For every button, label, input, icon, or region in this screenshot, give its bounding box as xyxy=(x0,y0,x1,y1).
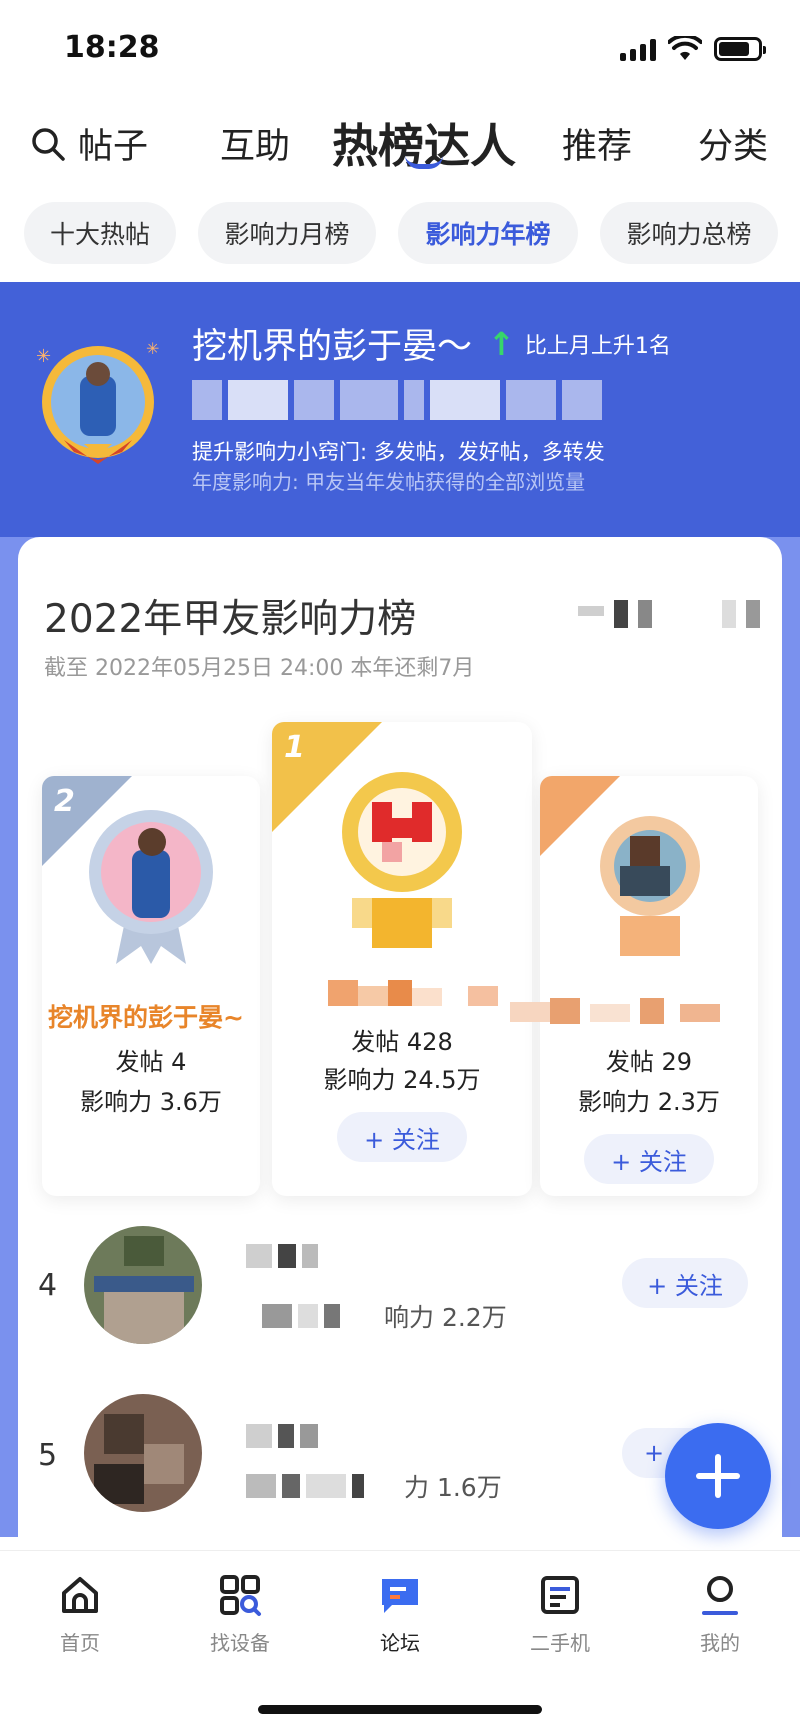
bottom-nav-second-hand[interactable]: 二手机 xyxy=(510,1573,610,1656)
svg-text:✳: ✳ xyxy=(146,340,159,358)
bronze-medal-avatar xyxy=(590,806,710,966)
profile-icon xyxy=(702,1576,738,1615)
nav-item-category[interactable]: 分类 xyxy=(698,118,768,169)
row-rank: 4 xyxy=(38,1268,58,1303)
bottom-nav-mine[interactable]: 我的 xyxy=(670,1573,770,1656)
bottom-nav-find-equipment[interactable]: 找设备 xyxy=(190,1573,290,1656)
user-badge-avatar: ✳ ✳ xyxy=(36,340,159,464)
blurred-name xyxy=(328,980,528,1006)
podium-first[interactable]: 1 发帖 428 影响力 24.5万 + 关注 xyxy=(272,722,532,1196)
status-time: 18:28 xyxy=(64,30,160,65)
row-influence: 响力 2.2万 xyxy=(384,1303,507,1332)
gold-medal-avatar xyxy=(322,762,482,962)
blurred-stats xyxy=(192,380,602,420)
search-button[interactable]: 帖子 xyxy=(30,118,148,169)
home-icon xyxy=(62,1577,98,1613)
nav-item-recommend[interactable]: 推荐 xyxy=(562,118,632,169)
rank-number: 2 xyxy=(54,784,75,819)
top-nav: 帖子 互助 热榜达人 推荐 分类 xyxy=(0,100,800,190)
banner-tip: 提升影响力小窍门: 多发帖，发好帖，多转发 xyxy=(192,440,605,464)
bottom-nav: 首页 找设备 论坛 二手机 我的 xyxy=(0,1550,800,1731)
follow-button[interactable]: + 关注 xyxy=(584,1134,714,1184)
create-post-button[interactable] xyxy=(665,1423,771,1529)
podium-second-name: 挖机界的彭于晏~ xyxy=(48,1003,244,1032)
grid-search-icon xyxy=(220,1575,261,1616)
blurred-name xyxy=(510,998,750,1024)
banner-description: 年度影响力: 甲友当年发帖获得的全部浏览量 xyxy=(192,470,586,494)
blurred-header-content xyxy=(578,600,768,628)
status-icons xyxy=(620,36,766,62)
blurred-text xyxy=(246,1474,364,1498)
tab-total[interactable]: 影响力总榜 xyxy=(600,202,778,264)
wifi-icon xyxy=(668,36,702,60)
banner-name-text: 挖机界的彭于晏～ xyxy=(192,327,473,367)
blurred-name xyxy=(246,1424,318,1448)
podium-second-influence: 影响力 3.6万 xyxy=(80,1088,222,1116)
bottom-nav-label: 论坛 xyxy=(380,1631,420,1655)
podium-second[interactable]: 2 挖机界的彭于晏~ 发帖 4 影响力 3.6万 xyxy=(42,776,260,1196)
bottom-nav-label: 二手机 xyxy=(530,1631,590,1655)
podium-first-posts: 发帖 428 xyxy=(351,1028,453,1056)
leaderboard-title: 2022年甲友影响力榜 xyxy=(44,597,417,642)
signal-icon xyxy=(620,37,656,61)
bottom-nav-home[interactable]: 首页 xyxy=(30,1573,130,1656)
row-rank: 5 xyxy=(38,1438,58,1473)
battery-icon xyxy=(714,37,766,61)
leaderboard-subtitle: 截至 2022年05月25日 24:00 本年还剩7月 xyxy=(44,656,475,681)
podium-third-influence: 影响力 2.3万 xyxy=(578,1088,720,1116)
document-list-icon xyxy=(541,1576,579,1614)
podium-first-influence: 影响力 24.5万 xyxy=(323,1066,481,1094)
podium-second-posts: 发帖 4 xyxy=(115,1048,187,1076)
rank-change-text: 比上月上升1名 xyxy=(524,333,671,359)
bottom-nav-label: 找设备 xyxy=(210,1631,270,1655)
blurred-name xyxy=(246,1244,318,1268)
nav-item-help[interactable]: 互助 xyxy=(220,118,290,169)
rise-arrow-icon: ↑ xyxy=(488,324,515,363)
banner-user-name: 挖机界的彭于晏～ ↑ 比上月上升1名 xyxy=(192,318,671,369)
bottom-nav-label: 我的 xyxy=(700,1631,740,1655)
home-indicator xyxy=(258,1705,542,1714)
avatar xyxy=(84,1394,202,1512)
search-label: 帖子 xyxy=(78,127,149,167)
rank-number: 1 xyxy=(284,730,305,765)
forum-chat-icon xyxy=(382,1579,418,1613)
follow-button[interactable]: + 关注 xyxy=(337,1112,467,1162)
tab-yearly[interactable]: 影响力年榜 xyxy=(398,202,578,264)
podium-third-posts: 发帖 29 xyxy=(605,1048,693,1076)
follow-button[interactable]: + 关注 xyxy=(622,1258,748,1308)
blurred-text xyxy=(262,1304,372,1328)
silver-medal-avatar xyxy=(89,810,213,964)
podium-third[interactable]: 发帖 29 影响力 2.3万 + 关注 xyxy=(510,776,758,1196)
svg-text:✳: ✳ xyxy=(36,346,51,367)
ranking-tabs: 十大热帖 影响力月榜 影响力年榜 影响力总榜 xyxy=(0,202,800,266)
bottom-nav-label: 首页 xyxy=(60,1631,100,1655)
tab-top-ten[interactable]: 十大热帖 xyxy=(24,202,176,264)
status-bar: 18:28 xyxy=(0,0,800,100)
bottom-nav-forum[interactable]: 论坛 xyxy=(350,1573,450,1656)
search-icon xyxy=(32,127,65,161)
avatar xyxy=(84,1226,202,1344)
row-influence: 力 1.6万 xyxy=(404,1473,502,1502)
tab-monthly[interactable]: 影响力月榜 xyxy=(198,202,376,264)
